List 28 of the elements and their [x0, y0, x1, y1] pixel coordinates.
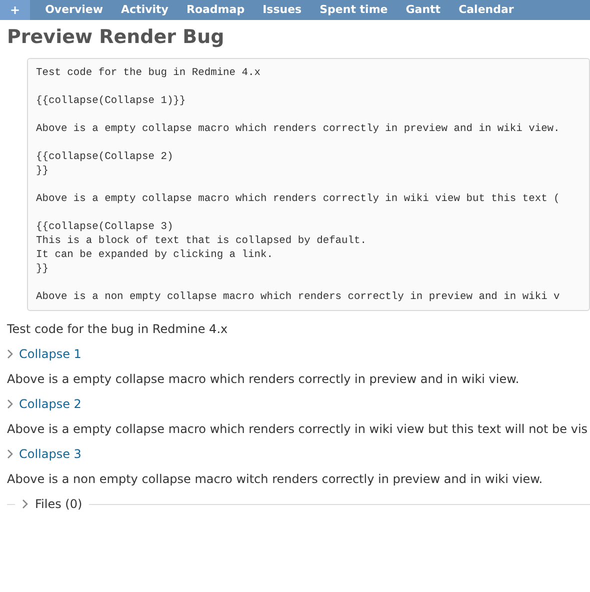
new-item-button[interactable]: + — [0, 0, 30, 20]
paragraph: Above is a empty collapse macro which renders correctly in preview and in wiki view. — [7, 371, 520, 387]
menu-tab[interactable]: Gantt — [396, 0, 450, 20]
paragraph: Above is a non empty collapse macro witch renders correctly in preview and in wiki view. — [7, 471, 544, 487]
files-toggle[interactable]: Files (0) — [35, 497, 82, 511]
collapse-link[interactable]: Collapse 3 — [19, 447, 82, 461]
code-line: Above is a non empty collapse macro which renders correctly in preview and in wiki v — [36, 290, 560, 304]
code-line: It can be expanded by clicking a link. — [36, 248, 273, 262]
code-line: {{collapse(Collapse 3) — [36, 220, 174, 234]
menu-tab[interactable]: Activity — [112, 0, 178, 20]
collapse-link[interactable]: Collapse 2 — [19, 397, 82, 411]
code-line: Test code for the bug in Redmine 4.x — [36, 66, 260, 80]
code-line: {{collapse(Collapse 1)}} — [36, 94, 186, 108]
menu-tab[interactable]: Spent time — [310, 0, 397, 20]
collapse-link[interactable]: Collapse 1 — [19, 347, 82, 361]
code-line: This is a block of text that is collapsed by default. — [36, 234, 366, 248]
menu-tab[interactable]: Issues — [254, 0, 311, 20]
paragraph: Test code for the bug in Redmine 4.x — [7, 321, 229, 337]
menu-tab[interactable]: Overview — [36, 0, 112, 20]
code-line: }} — [36, 262, 48, 276]
menu-tab[interactable]: Calendar — [450, 0, 523, 20]
code-line: {{collapse(Collapse 2) — [36, 150, 174, 164]
page-title: Preview Render Bug — [7, 26, 226, 48]
code-line: Above is a empty collapse macro which renders correctly in preview and in wiki view. — [36, 122, 560, 136]
code-line: Above is a empty collapse macro which renders correctly in wiki view but this text ( — [36, 192, 560, 206]
paragraph: Above is a empty collapse macro which renders correctly in wiki view but this text will not be vis — [7, 421, 589, 437]
menu-tab[interactable]: Roadmap — [177, 0, 254, 20]
code-line: }} — [36, 164, 48, 178]
